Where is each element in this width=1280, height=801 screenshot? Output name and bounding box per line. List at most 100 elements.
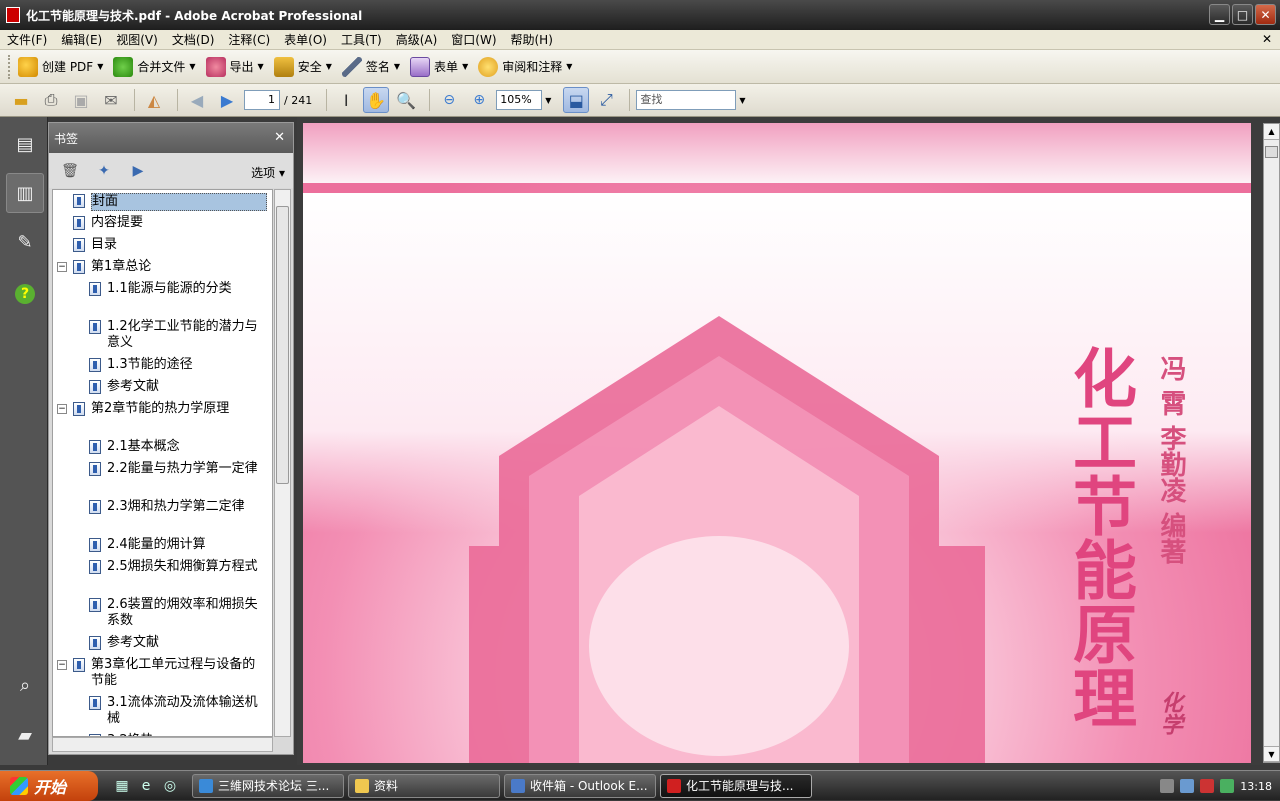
- scroll-down-icon[interactable]: ▼: [1264, 746, 1279, 762]
- scrollbar-thumb[interactable]: [276, 206, 289, 484]
- find-dropdown-icon[interactable]: ▼: [739, 96, 745, 105]
- close-panel-icon[interactable]: ✕: [274, 130, 285, 145]
- fit-page-icon[interactable]: ⤢: [593, 87, 619, 113]
- bookmark-item[interactable]: 2.4能量的㶲计算: [53, 536, 272, 558]
- taskbar-item-acrobat[interactable]: 化工节能原理与技...: [660, 773, 812, 798]
- select-text-icon[interactable]: I: [333, 87, 359, 113]
- bookmark-label: 3.1流体流动及流体输送机械: [107, 695, 258, 726]
- bookmark-label: 参考文献: [107, 635, 160, 650]
- comments-icon[interactable]: ▰: [10, 720, 40, 750]
- signatures-panel-icon[interactable]: ✎: [10, 227, 40, 257]
- email-icon[interactable]: ✉: [98, 87, 124, 113]
- export-button[interactable]: 导出 ▼: [205, 56, 264, 77]
- collapse-toggle-icon[interactable]: −: [57, 404, 67, 414]
- menu-document[interactable]: 文档(D): [165, 31, 222, 48]
- delete-bookmark-icon[interactable]: 🗑: [59, 161, 81, 181]
- menu-comments[interactable]: 注释(C): [221, 31, 277, 48]
- create-pdf-button[interactable]: 创建 PDF ▼: [18, 56, 103, 77]
- fit-width-icon[interactable]: ⬓: [563, 87, 590, 113]
- bookmark-item[interactable]: 2.2能量与热力学第一定律: [53, 460, 272, 494]
- browser-icon[interactable]: ◎: [160, 776, 180, 796]
- bookmark-label: 1.3节能的途径: [107, 357, 193, 372]
- bookmark-item[interactable]: 内容提要: [53, 214, 272, 236]
- scroll-up-icon[interactable]: ▲: [1264, 124, 1279, 140]
- close-window-button[interactable]: ✕: [1255, 4, 1276, 25]
- bookmark-item[interactable]: 1.1能源与能源的分类: [53, 280, 272, 314]
- start-button[interactable]: 开始: [0, 770, 98, 801]
- bookmark-label: 1.2化学工业节能的潜力与意义: [107, 319, 258, 350]
- menu-advanced[interactable]: 高级(A): [389, 31, 445, 48]
- menu-forms[interactable]: 表单(O): [277, 31, 334, 48]
- combine-files-button[interactable]: 合并文件 ▼: [113, 56, 196, 77]
- menu-view[interactable]: 视图(V): [109, 31, 165, 48]
- expand-bookmark-icon[interactable]: ▶: [127, 161, 149, 181]
- menu-bar: 文件(F) 编辑(E) 视图(V) 文档(D) 注释(C) 表单(O) 工具(T…: [0, 30, 1280, 50]
- document-scrollbar[interactable]: ▲ ▼: [1263, 123, 1280, 763]
- bookmark-vertical-scrollbar[interactable]: [274, 189, 291, 737]
- maximize-button[interactable]: □: [1232, 4, 1253, 25]
- zoom-dropdown-icon[interactable]: ▼: [545, 96, 551, 105]
- bookmark-item[interactable]: 2.5㶲损失和㶲衡算方程式: [53, 558, 272, 592]
- zoom-in-icon[interactable]: ⊕: [466, 87, 492, 113]
- zoom-out-icon[interactable]: ⊖: [436, 87, 462, 113]
- toolbar-grip[interactable]: [8, 54, 12, 79]
- network-icon[interactable]: [1180, 779, 1195, 793]
- menu-edit[interactable]: 编辑(E): [54, 31, 109, 48]
- menu-tools[interactable]: 工具(T): [334, 31, 389, 48]
- bookmark-item[interactable]: 2.6装置的㶲效率和㶲损失系数: [53, 596, 272, 630]
- taskbar-item-forum[interactable]: 三維网技术论坛 三...: [192, 773, 344, 798]
- antivirus-icon[interactable]: [1200, 779, 1215, 793]
- help-icon[interactable]: ?: [10, 279, 40, 309]
- page-number-input[interactable]: 1: [244, 90, 280, 110]
- bookmarks-panel-icon[interactable]: ▥: [6, 173, 44, 213]
- security-button[interactable]: 安全 ▼: [273, 56, 332, 77]
- show-desktop-icon[interactable]: ▦: [112, 776, 132, 796]
- menu-help[interactable]: 帮助(H): [504, 31, 560, 48]
- forms-button[interactable]: 表单 ▼: [410, 56, 468, 77]
- bookmark-item[interactable]: − 第1章总论: [53, 258, 272, 280]
- collapse-toggle-icon[interactable]: −: [57, 660, 67, 670]
- minimize-button[interactable]: ▁: [1209, 4, 1230, 25]
- bookmark-item[interactable]: − 第2章节能的热力学原理: [53, 400, 272, 434]
- document-view[interactable]: 化工节能原理 冯 霄 李勤凌 编著 化学 ▲ ▼: [297, 117, 1280, 765]
- previous-page-icon[interactable]: ◀: [184, 87, 210, 113]
- zoom-level-input[interactable]: 105%: [496, 90, 543, 110]
- open-folder-icon[interactable]: ▬: [8, 87, 34, 113]
- bookmark-item[interactable]: 目录: [53, 236, 272, 258]
- review-comment-button[interactable]: 审阅和注释 ▼: [478, 56, 572, 77]
- bookmark-item[interactable]: 2.3㶲和热力学第二定律: [53, 498, 272, 532]
- keyboard-icon[interactable]: [1160, 779, 1175, 793]
- bookmark-item[interactable]: 参考文献: [53, 378, 272, 400]
- toolbar-separator: [326, 89, 328, 111]
- bookmark-item[interactable]: 参考文献: [53, 634, 272, 656]
- bookmark-icon: [89, 636, 101, 650]
- bookmark-item[interactable]: 1.2化学工业节能的潜力与意义: [53, 318, 272, 352]
- taskbar-item-outlook[interactable]: 收件箱 - Outlook E...: [504, 773, 656, 798]
- scrollbar-thumb[interactable]: [1265, 146, 1278, 158]
- menu-window[interactable]: 窗口(W): [444, 31, 503, 48]
- hand-tool-icon[interactable]: ✋: [363, 87, 390, 113]
- bookmark-item[interactable]: 1.3节能的途径: [53, 356, 272, 378]
- new-bookmark-icon[interactable]: ✦: [93, 161, 115, 181]
- internet-explorer-icon[interactable]: e: [136, 776, 156, 796]
- attachments-icon[interactable]: ⌕: [10, 670, 40, 700]
- bookmark-item[interactable]: 封面: [53, 192, 272, 214]
- taskbar-item-folder[interactable]: 资料: [348, 773, 500, 798]
- print-icon[interactable]: ⎙: [38, 87, 64, 113]
- bookmark-horizontal-scrollbar[interactable]: [52, 737, 273, 752]
- find-input[interactable]: 查找: [636, 90, 737, 110]
- bookmark-item[interactable]: − 第3章化工单元过程与设备的节能: [53, 656, 272, 690]
- collapse-toggle-icon[interactable]: −: [57, 262, 67, 272]
- sign-button[interactable]: 签名 ▼: [341, 56, 400, 77]
- options-menu[interactable]: 选项 ▾: [251, 164, 285, 181]
- bookmark-item[interactable]: 2.1基本概念: [53, 438, 272, 460]
- next-page-icon[interactable]: ▶: [214, 87, 240, 113]
- zoom-tool-icon[interactable]: 🔍: [393, 87, 419, 113]
- bookmark-item[interactable]: 3.1流体流动及流体输送机械: [53, 694, 272, 728]
- save-icon[interactable]: ▣: [68, 87, 94, 113]
- volume-icon[interactable]: [1220, 779, 1235, 793]
- menu-file[interactable]: 文件(F): [0, 31, 54, 48]
- accessibility-icon[interactable]: ◭: [141, 87, 167, 113]
- pages-panel-icon[interactable]: ▤: [10, 129, 40, 159]
- close-document-icon[interactable]: ✕: [1262, 32, 1272, 46]
